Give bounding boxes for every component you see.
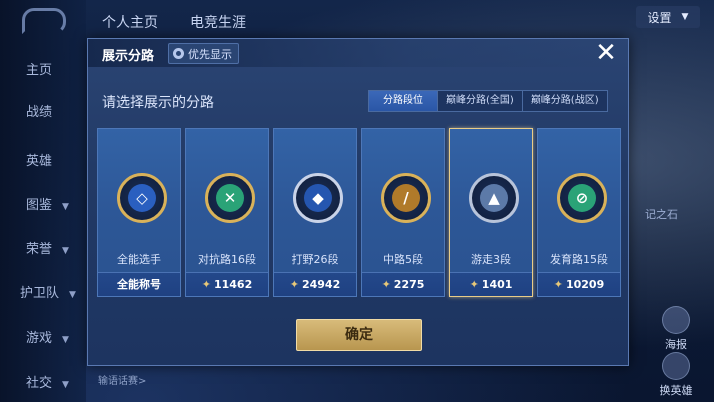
route-card-value: 全能称号 bbox=[117, 278, 161, 291]
route-emblem-icon: ◇ bbox=[117, 173, 167, 223]
emblem-core: ✕ bbox=[216, 184, 244, 212]
switch-hero-icon bbox=[662, 352, 690, 380]
route-tabs: 分路段位 巅峰分路(全国) 巅峰分路(战区) bbox=[368, 90, 608, 112]
route-card[interactable]: / 中路5段 ✦ 2275 bbox=[361, 128, 445, 297]
emblem-glyph-icon: ⊘ bbox=[575, 189, 589, 207]
tab-profile[interactable]: 个人主页 bbox=[102, 12, 158, 32]
route-card-value: 11462 bbox=[213, 278, 253, 291]
rank-star-icon: ✦ bbox=[469, 278, 479, 291]
emblem-core: ◆ bbox=[304, 184, 332, 212]
route-card-value: 1401 bbox=[481, 278, 513, 291]
gear-icon bbox=[173, 48, 184, 59]
route-card-score: ✦ 1401 bbox=[450, 272, 532, 296]
emblem-core: ⊘ bbox=[568, 184, 596, 212]
left-nav: 主页 战绩 英雄 图鉴 ▼ 荣誉 ▼ 护卫队 ▼ 游戏 ▼ 社交 ▼ bbox=[0, 0, 86, 402]
app-logo-icon bbox=[22, 8, 66, 34]
chevron-down-icon: ▼ bbox=[69, 290, 76, 300]
route-card-label: 全能选手 bbox=[117, 253, 161, 266]
route-emblem-icon: / bbox=[381, 173, 431, 223]
tab-peak-national[interactable]: 巅峰分路(全国) bbox=[437, 91, 522, 111]
route-card-label: 对抗路16段 bbox=[198, 253, 256, 266]
route-card[interactable]: ⊘ 发育路15段 ✦ 10209 bbox=[537, 128, 621, 297]
route-card-score: 全能称号 bbox=[98, 272, 180, 296]
priority-display-button[interactable]: 优先显示 bbox=[168, 43, 239, 64]
nav-item-home[interactable]: 主页 bbox=[26, 59, 52, 78]
route-emblem-icon: ◆ bbox=[293, 173, 343, 223]
tab-esports[interactable]: 电竞生涯 bbox=[190, 12, 246, 32]
tab-peak-region[interactable]: 巅峰分路(战区) bbox=[521, 91, 607, 111]
close-button[interactable]: ✕ bbox=[594, 40, 618, 66]
route-card[interactable]: ◇ 全能选手全能称号 bbox=[97, 128, 181, 297]
route-card-score: ✦ 11462 bbox=[186, 272, 268, 296]
emblem-glyph-icon: / bbox=[403, 189, 409, 207]
route-display-dialog: 展示分路 优先显示 ✕ 请选择展示的分路 分路段位 巅峰分路(全国) 巅峰分路(… bbox=[87, 38, 629, 366]
settings-button[interactable]: 设置 ▼ bbox=[636, 6, 700, 28]
route-card[interactable]: ✕ 对抗路16段 ✦ 11462 bbox=[185, 128, 269, 297]
rank-star-icon: ✦ bbox=[289, 278, 299, 291]
chevron-down-icon: ▼ bbox=[62, 335, 69, 345]
rank-star-icon: ✦ bbox=[201, 278, 211, 291]
switch-hero-button[interactable]: 换英雄 bbox=[656, 352, 696, 398]
emblem-core: / bbox=[392, 184, 420, 212]
dialog-prompt: 请选择展示的分路 bbox=[102, 95, 214, 111]
route-emblem-icon: ✕ bbox=[205, 173, 255, 223]
chevron-down-icon: ▼ bbox=[62, 202, 69, 212]
route-card-value: 2275 bbox=[393, 278, 425, 291]
confirm-button[interactable]: 确定 bbox=[296, 319, 422, 351]
nav-item-honor[interactable]: 荣誉 ▼ bbox=[26, 238, 69, 257]
route-card-value: 10209 bbox=[565, 278, 605, 291]
emblem-glyph-icon: ▲ bbox=[488, 189, 500, 207]
emblem-glyph-icon: ◇ bbox=[136, 189, 148, 207]
rank-star-icon: ✦ bbox=[381, 278, 391, 291]
emblem-core: ◇ bbox=[128, 184, 156, 212]
route-card-label: 打野26段 bbox=[291, 253, 339, 266]
chevron-down-icon: ▼ bbox=[681, 12, 689, 22]
rank-star-icon: ✦ bbox=[553, 278, 563, 291]
emblem-glyph-icon: ◆ bbox=[312, 189, 324, 207]
route-card-score: ✦ 2275 bbox=[362, 272, 444, 296]
chevron-down-icon: ▼ bbox=[62, 246, 69, 256]
route-card-score: ✦ 10209 bbox=[538, 272, 620, 296]
tab-route-rank[interactable]: 分路段位 bbox=[369, 91, 437, 111]
route-emblem-icon: ▲ bbox=[469, 173, 519, 223]
poster-button[interactable]: 海报 bbox=[656, 306, 696, 352]
bottom-hint[interactable]: 输语话赛> bbox=[98, 372, 146, 387]
emblem-glyph-icon: ✕ bbox=[223, 189, 237, 207]
route-emblem-icon: ⊘ bbox=[557, 173, 607, 223]
route-card-label: 游走3段 bbox=[471, 253, 511, 266]
route-card[interactable]: ◆ 打野26段 ✦ 24942 bbox=[273, 128, 357, 297]
route-card-value: 24942 bbox=[301, 278, 341, 291]
poster-icon bbox=[662, 306, 690, 334]
side-text: 记之石 bbox=[645, 208, 678, 221]
nav-item-social[interactable]: 社交 ▼ bbox=[26, 372, 69, 391]
chevron-down-icon: ▼ bbox=[62, 380, 69, 390]
nav-item-guard[interactable]: 护卫队 ▼ bbox=[20, 282, 76, 301]
nav-item-heroes[interactable]: 英雄 bbox=[26, 150, 52, 169]
dialog-title: 展示分路 bbox=[102, 49, 155, 64]
route-card-label: 中路5段 bbox=[383, 253, 423, 266]
route-card[interactable]: ▲ 游走3段 ✦ 1401 bbox=[449, 128, 533, 297]
route-card-label: 发育路15段 bbox=[550, 253, 608, 266]
nav-item-codex[interactable]: 图鉴 ▼ bbox=[26, 194, 69, 213]
nav-item-record[interactable]: 战绩 bbox=[26, 101, 52, 120]
route-card-score: ✦ 24942 bbox=[274, 272, 356, 296]
nav-item-game[interactable]: 游戏 ▼ bbox=[26, 327, 69, 346]
emblem-core: ▲ bbox=[480, 184, 508, 212]
